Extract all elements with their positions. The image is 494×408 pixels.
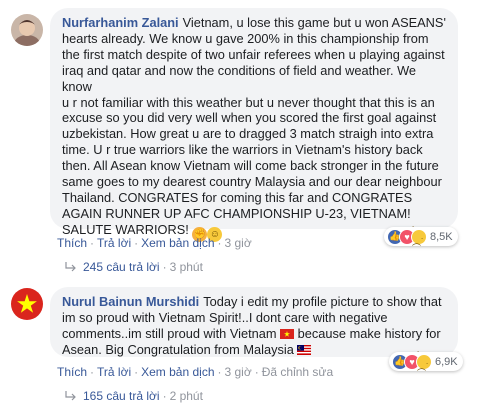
reply-link[interactable]: Trả lời [97, 365, 131, 379]
replies-count-link[interactable]: 165 câu trả lời [83, 389, 160, 403]
separator: · [134, 236, 139, 250]
sad-reaction-icon: ˙︵˙ [416, 350, 432, 372]
comment-2: Nurul Bainun Murshidi Today i edit my pro… [0, 280, 494, 408]
vietnam-flag-icon [280, 328, 295, 339]
comment-actions: Thích · Trả lời · Xem bản dịch · 3 giờ [57, 236, 252, 250]
like-link[interactable]: Thích [57, 236, 87, 250]
reaction-count: 6,9K [435, 355, 458, 368]
separator: · [162, 389, 167, 403]
separator: · [254, 365, 259, 379]
edited-label[interactable]: Đã chỉnh sửa [262, 365, 333, 379]
comment-bubble: Nurul Bainun Murshidi Today i edit my pro… [50, 287, 458, 357]
reply-arrow-icon [65, 262, 76, 272]
reaction-summary[interactable]: 👍 ♥ ˙︵˙ 8,5K [384, 225, 458, 247]
comment-author[interactable]: Nurul Bainun Murshidi [62, 294, 199, 309]
comment-text: Vietnam, u lose this game but u won ASEA… [62, 15, 446, 237]
separator: · [217, 365, 222, 379]
separator: · [90, 365, 95, 379]
comment-1: Nurfarhanim Zalani Vietnam, u lose this g… [0, 0, 494, 280]
reaction-count: 8,5K [430, 230, 453, 243]
reaction-summary[interactable]: 👍 ♥ ˙︵˙ 6,9K [389, 350, 463, 372]
reply-link[interactable]: Trả lời [97, 236, 131, 250]
timestamp[interactable]: 3 giờ [225, 236, 252, 250]
translate-link[interactable]: Xem bản dịch [141, 236, 214, 250]
comment-author[interactable]: Nurfarhanim Zalani [62, 15, 179, 30]
like-link[interactable]: Thích [57, 365, 87, 379]
separator: · [162, 260, 167, 274]
reply-arrow-icon [65, 391, 76, 401]
comment-actions: Thích · Trả lời · Xem bản dịch · 3 giờ · Đã chỉn… [57, 365, 333, 379]
view-replies[interactable]: 245 câu trả lời · 3 phút [65, 260, 203, 274]
view-replies[interactable]: 165 câu trả lời · 2 phút [65, 389, 203, 403]
separator: · [217, 236, 222, 250]
malaysia-flag-icon [297, 344, 312, 355]
timestamp[interactable]: 3 giờ [225, 365, 252, 379]
separator: · [134, 365, 139, 379]
sad-reaction-icon: ˙︵˙ [411, 225, 427, 247]
replies-timestamp: 2 phút [169, 389, 203, 403]
replies-timestamp: 3 phút [169, 260, 203, 274]
avatar[interactable] [11, 288, 43, 320]
separator: · [90, 236, 95, 250]
translate-link[interactable]: Xem bản dịch [141, 365, 214, 379]
avatar[interactable] [11, 14, 43, 46]
comment-bubble: Nurfarhanim Zalani Vietnam, u lose this g… [50, 8, 458, 242]
replies-count-link[interactable]: 245 câu trả lời [83, 260, 160, 274]
